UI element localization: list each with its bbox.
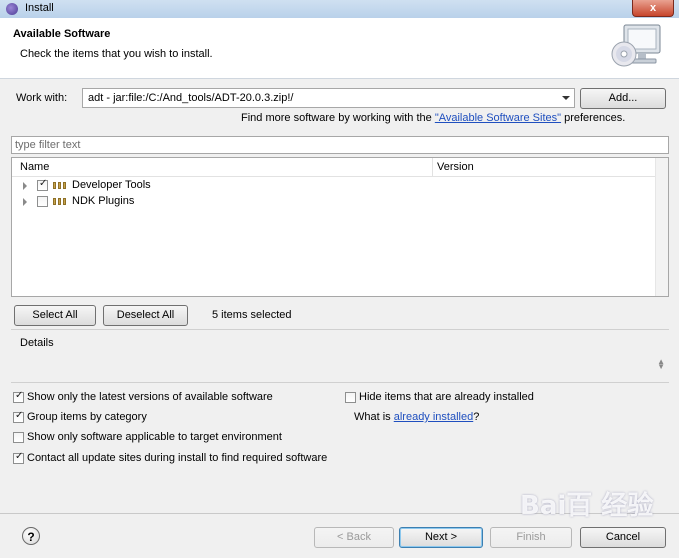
filter-field[interactable] [11,136,669,154]
expand-arrow-icon[interactable] [23,182,27,190]
column-divider[interactable] [432,158,433,176]
work-with-combo[interactable]: adt - jar:file:/C:/And_tools/ADT-20.0.3.… [82,88,575,108]
package-icon [53,198,67,205]
next-button[interactable]: Next > [399,527,483,548]
contact-sites-label[interactable]: Contact all update sites during install … [27,452,327,464]
page-title: Available Software [13,28,111,40]
close-button[interactable]: x [632,0,674,17]
show-latest-checkbox[interactable]: ✓ [13,390,24,403]
eclipse-icon [6,3,18,15]
tree-scrollbar[interactable] [655,158,668,296]
selection-status: 5 items selected [212,309,292,321]
details-label: Details [20,337,54,349]
title-bar: Install x [0,0,679,19]
package-icon [53,182,67,189]
monitor-cd-icon [611,24,661,67]
show-latest-label[interactable]: Show only the latest versions of availab… [27,391,273,403]
window-title: Install [25,2,54,14]
finish-button[interactable]: Finish [490,527,572,548]
contact-sites-checkbox[interactable]: ✓ [13,451,24,464]
check-icon: ✓ [15,451,24,462]
deselect-all-button[interactable]: Deselect All [103,305,188,326]
hide-installed-checkbox[interactable] [345,392,356,403]
check-icon: ✓ [39,178,48,189]
tree-item-label: NDK Plugins [72,195,135,207]
column-name[interactable]: Name [20,161,49,173]
what-is-installed-text: What is already installed? [354,411,480,423]
expand-arrow-icon[interactable] [23,198,27,206]
back-button[interactable]: < Back [314,527,394,548]
target-env-label[interactable]: Show only software applicable to target … [27,431,282,443]
software-tree: Name Version ✓ Developer Tools NDK Plugi… [11,157,669,297]
watermark: Bai百 经验 [520,491,654,521]
check-icon: ✓ [15,390,24,401]
page-subtitle: Check the items that you wish to install… [20,48,213,60]
tree-item-ndk-plugins[interactable]: NDK Plugins [12,194,412,210]
work-with-value: adt - jar:file:/C:/And_tools/ADT-20.0.3.… [88,92,294,104]
details-divider [11,329,669,330]
find-more-text: Find more software by working with the "… [241,112,626,124]
target-env-checkbox[interactable] [13,432,24,443]
developer-tools-checkbox[interactable]: ✓ [37,178,48,191]
cancel-button[interactable]: Cancel [580,527,666,548]
filter-input[interactable] [15,138,655,152]
group-by-category-checkbox[interactable]: ✓ [13,410,24,423]
details-scroll-icon[interactable]: ▲ ▼ [657,358,665,371]
already-installed-link[interactable]: already installed [394,411,474,423]
tree-item-developer-tools[interactable]: ✓ Developer Tools [12,178,412,194]
wizard-header: Available Software Check the items that … [0,18,679,79]
details-area: ▲ ▼ [11,350,669,380]
work-with-label: Work with: [16,92,68,104]
tree-item-label: Developer Tools [72,179,151,191]
tree-header: Name Version [12,158,657,177]
hide-installed-label[interactable]: Hide items that are already installed [359,391,534,403]
install-window: Install x Available Software Check the i… [0,0,679,558]
column-version[interactable]: Version [437,161,474,173]
add-button[interactable]: Add... [580,88,666,109]
chevron-down-icon[interactable] [562,96,570,100]
available-software-sites-link[interactable]: "Available Software Sites" [435,112,561,124]
options-divider [11,382,669,383]
help-icon[interactable]: ? [22,527,40,545]
group-by-category-label[interactable]: Group items by category [27,411,147,423]
select-all-button[interactable]: Select All [14,305,96,326]
ndk-plugins-checkbox[interactable] [37,196,48,207]
check-icon: ✓ [15,410,24,421]
